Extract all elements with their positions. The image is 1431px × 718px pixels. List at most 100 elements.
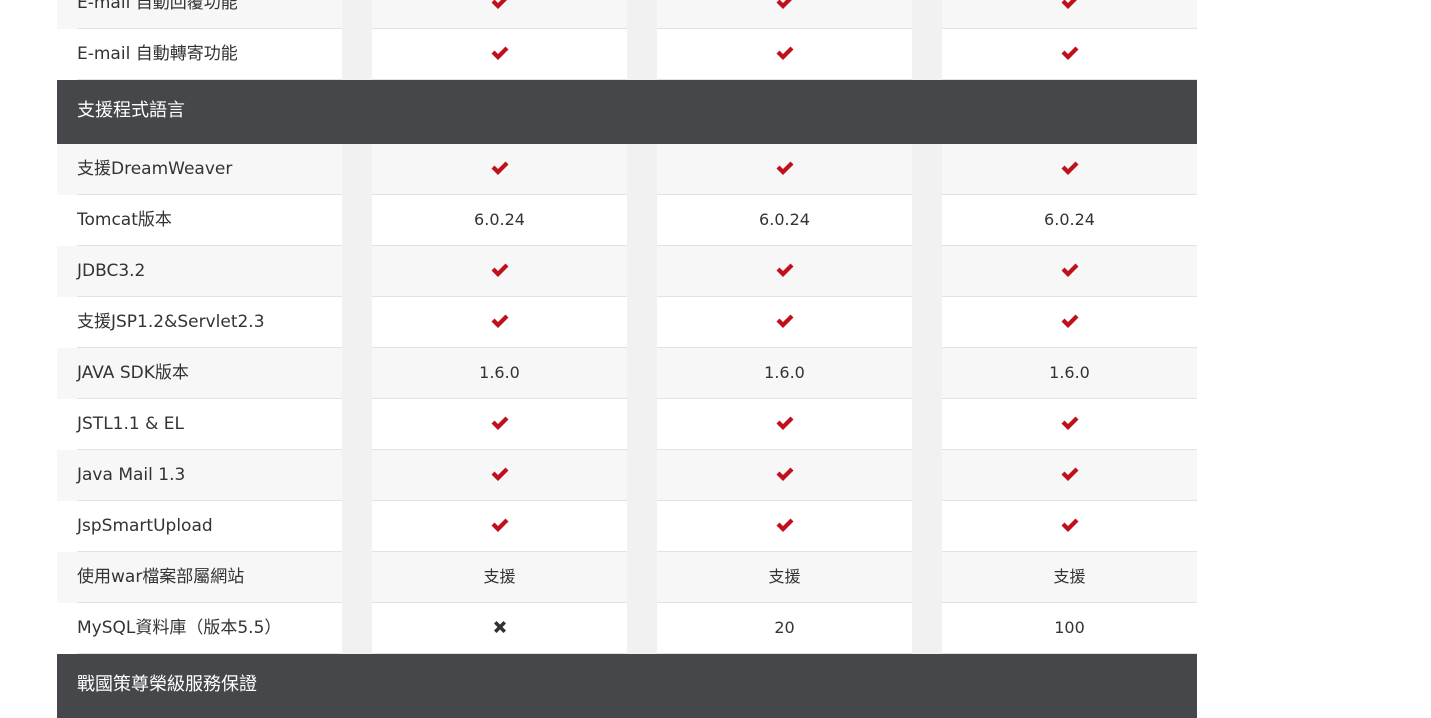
plan-1-value: 6.0.24 bbox=[372, 195, 627, 246]
checkmark-icon bbox=[491, 161, 508, 175]
checkmark-icon bbox=[1061, 518, 1078, 532]
plan-2-value bbox=[657, 399, 912, 450]
checkmark-icon bbox=[1061, 263, 1078, 277]
feature-label: 使用war檔案部屬網站 bbox=[77, 567, 245, 587]
plan-2-value: 支援 bbox=[657, 552, 912, 603]
value-text: 6.0.24 bbox=[474, 210, 525, 229]
section-header-languages: 支援程式語言 bbox=[57, 80, 1197, 144]
feature-label: 支援JSP1.2&Servlet2.3 bbox=[77, 312, 265, 332]
checkmark-icon bbox=[776, 0, 791, 9]
value-text: 支援 bbox=[1053, 567, 1086, 586]
table-row: JSTL1.1 & EL bbox=[57, 399, 1197, 450]
column-gap bbox=[342, 144, 372, 195]
checkmark-icon bbox=[1061, 46, 1078, 60]
column-gap bbox=[627, 450, 657, 501]
feature-label-cell: 支援JSP1.2&Servlet2.3 bbox=[57, 297, 342, 348]
plan-2-value bbox=[657, 501, 912, 552]
feature-label: MySQL資料庫（版本5.5） bbox=[77, 618, 282, 638]
checkmark-icon bbox=[491, 46, 508, 60]
checkmark-icon bbox=[776, 263, 793, 277]
plan-3-value: 6.0.24 bbox=[942, 195, 1197, 246]
plan-1-value bbox=[372, 0, 627, 29]
table-row: Tomcat版本 6.0.24 6.0.24 6.0.24 bbox=[57, 195, 1197, 246]
table-row: JAVA SDK版本 1.6.0 1.6.0 1.6.0 bbox=[57, 348, 1197, 399]
column-gap bbox=[912, 348, 942, 399]
table-row: Java Mail 1.3 bbox=[57, 450, 1197, 501]
feature-label-cell: 支援DreamWeaver bbox=[57, 144, 342, 195]
feature-label-cell: E-mail 自動回覆功能 bbox=[57, 0, 342, 29]
table-row: 支援DreamWeaver bbox=[57, 144, 1197, 195]
column-gap bbox=[912, 246, 942, 297]
plan-3-value bbox=[942, 144, 1197, 195]
column-gap bbox=[627, 144, 657, 195]
checkmark-icon bbox=[776, 161, 793, 175]
column-gap bbox=[342, 246, 372, 297]
column-gap bbox=[627, 348, 657, 399]
column-gap bbox=[342, 0, 372, 29]
plan-3-value: 100 bbox=[942, 603, 1197, 654]
checkmark-icon bbox=[491, 416, 508, 430]
column-gap bbox=[627, 195, 657, 246]
table-row: 支援JSP1.2&Servlet2.3 bbox=[57, 297, 1197, 348]
checkmark-icon bbox=[776, 467, 793, 481]
plan-3-value bbox=[942, 297, 1197, 348]
plan-1-value: 支援 bbox=[372, 552, 627, 603]
column-gap bbox=[627, 603, 657, 654]
checkmark-icon bbox=[1061, 314, 1078, 328]
checkmark-icon bbox=[776, 518, 793, 532]
plan-3-value bbox=[942, 450, 1197, 501]
plan-2-value: 1.6.0 bbox=[657, 348, 912, 399]
checkmark-icon bbox=[776, 46, 793, 60]
feature-label-cell: JspSmartUpload bbox=[57, 501, 342, 552]
plan-2-value bbox=[657, 0, 912, 29]
plan-3-value: 1.6.0 bbox=[942, 348, 1197, 399]
table-row: JDBC3.2 bbox=[57, 246, 1197, 297]
plan-2-value bbox=[657, 246, 912, 297]
column-gap bbox=[342, 399, 372, 450]
value-text: 6.0.24 bbox=[759, 210, 810, 229]
value-text: 支援 bbox=[768, 567, 801, 586]
cross-icon bbox=[493, 621, 506, 633]
column-gap bbox=[342, 603, 372, 654]
feature-label-cell: 使用war檔案部屬網站 bbox=[57, 552, 342, 603]
checkmark-icon bbox=[776, 416, 793, 430]
plan-2-value bbox=[657, 297, 912, 348]
column-gap bbox=[342, 29, 372, 80]
plan-1-value bbox=[372, 501, 627, 552]
column-gap bbox=[627, 501, 657, 552]
plan-2-value: 20 bbox=[657, 603, 912, 654]
column-gap bbox=[912, 450, 942, 501]
checkmark-icon bbox=[491, 0, 506, 9]
column-gap bbox=[342, 195, 372, 246]
plan-1-value bbox=[372, 297, 627, 348]
column-gap bbox=[912, 29, 942, 80]
table-row: E-mail 自動回覆功能 bbox=[57, 0, 1197, 29]
table-row: MySQL資料庫（版本5.5） 20 100 bbox=[57, 603, 1197, 654]
feature-label: JSTL1.1 & EL bbox=[77, 414, 184, 434]
plan-1-value bbox=[372, 144, 627, 195]
section-header-service: 戰國策尊榮級服務保證 bbox=[57, 654, 1197, 718]
plan-3-value bbox=[942, 0, 1197, 29]
column-gap bbox=[912, 501, 942, 552]
value-text: 6.0.24 bbox=[1044, 210, 1095, 229]
plan-1-value bbox=[372, 246, 627, 297]
column-gap bbox=[912, 195, 942, 246]
column-gap bbox=[912, 603, 942, 654]
feature-rows: 支援DreamWeaver Tomcat版本 6.0.24 6.0.24 6.0.24 J… bbox=[57, 144, 1197, 654]
plan-3-value bbox=[942, 29, 1197, 80]
value-text: 支援 bbox=[483, 567, 516, 586]
feature-label-cell: JSTL1.1 & EL bbox=[57, 399, 342, 450]
plan-1-value bbox=[372, 603, 627, 654]
column-gap bbox=[627, 0, 657, 29]
feature-label: Java Mail 1.3 bbox=[77, 465, 186, 485]
plan-2-value bbox=[657, 450, 912, 501]
column-gap bbox=[342, 450, 372, 501]
column-gap bbox=[912, 0, 942, 29]
column-gap bbox=[912, 297, 942, 348]
feature-label: Tomcat版本 bbox=[77, 210, 172, 230]
checkmark-icon bbox=[491, 467, 508, 481]
column-gap bbox=[627, 552, 657, 603]
checkmark-icon bbox=[491, 518, 508, 532]
column-gap bbox=[342, 297, 372, 348]
checkmark-icon bbox=[1061, 161, 1078, 175]
